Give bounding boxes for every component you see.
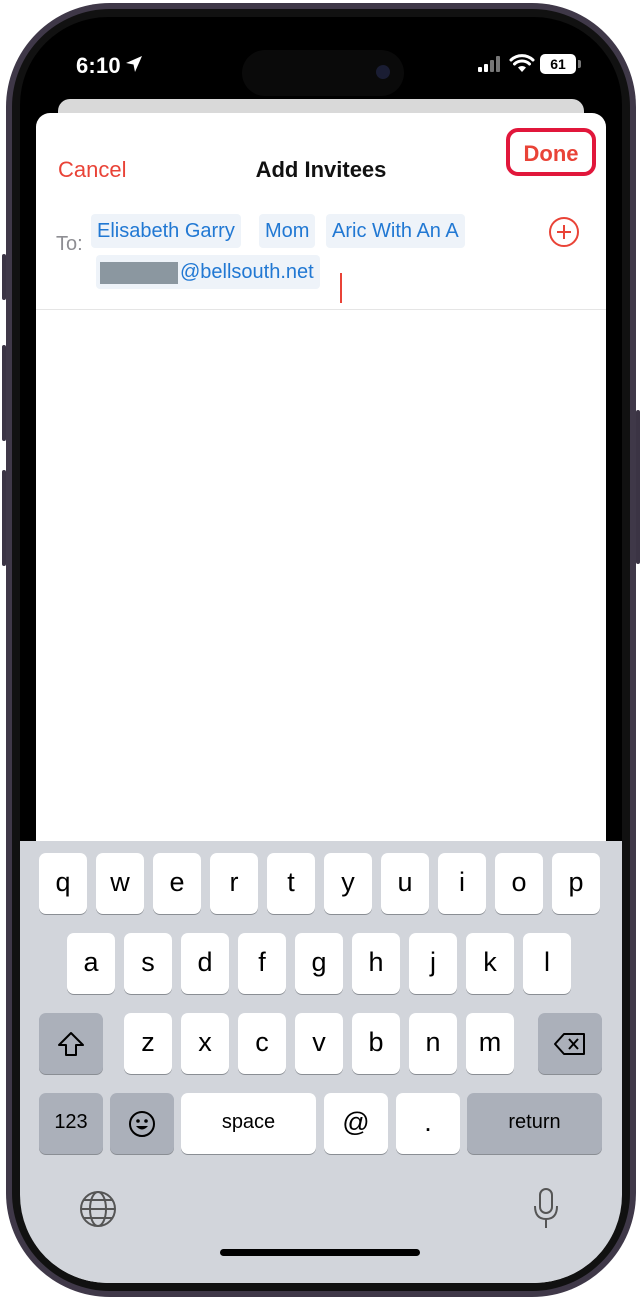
side-button-volume-up: [2, 345, 6, 441]
side-button-action: [2, 254, 6, 300]
key-e[interactable]: e: [153, 853, 201, 914]
wifi-icon: [509, 54, 535, 72]
key-t[interactable]: t: [267, 853, 315, 914]
add-contact-icon[interactable]: [548, 216, 580, 248]
key-i[interactable]: i: [438, 853, 486, 914]
email-suffix: @bellsouth.net: [180, 261, 314, 283]
battery-tip: [578, 60, 581, 68]
signal-icon: [478, 56, 500, 72]
divider: [36, 309, 606, 310]
key-y[interactable]: y: [324, 853, 372, 914]
key-k[interactable]: k: [466, 933, 514, 994]
key-c[interactable]: c: [238, 1013, 286, 1074]
key-period[interactable]: .: [396, 1093, 460, 1154]
key-x[interactable]: x: [181, 1013, 229, 1074]
side-button-volume-down: [2, 470, 6, 566]
key-d[interactable]: d: [181, 933, 229, 994]
invitee-token[interactable]: Aric With An A: [326, 214, 465, 248]
emoji-key[interactable]: [110, 1093, 174, 1154]
key-u[interactable]: u: [381, 853, 429, 914]
key-g[interactable]: g: [295, 933, 343, 994]
invitee-token[interactable]: Elisabeth Garry: [91, 214, 241, 248]
key-b[interactable]: b: [352, 1013, 400, 1074]
redacted-email-name: [100, 261, 178, 284]
key-o[interactable]: o: [495, 853, 543, 914]
key-at[interactable]: @: [324, 1093, 388, 1154]
key-n[interactable]: n: [409, 1013, 457, 1074]
battery-level: 61: [540, 54, 576, 74]
space-key[interactable]: space: [181, 1093, 316, 1154]
key-w[interactable]: w: [96, 853, 144, 914]
camera-dot: [376, 65, 390, 79]
key-q[interactable]: q: [39, 853, 87, 914]
key-l[interactable]: l: [523, 933, 571, 994]
delete-key[interactable]: [538, 1013, 602, 1074]
status-bar: 6:10 61: [20, 17, 622, 107]
status-time: 6:10: [76, 53, 121, 78]
key-v[interactable]: v: [295, 1013, 343, 1074]
shift-key[interactable]: [39, 1013, 103, 1074]
key-r[interactable]: r: [210, 853, 258, 914]
email-token[interactable]: @bellsouth.net: [96, 255, 320, 289]
side-button-power: [636, 410, 640, 564]
screen: 6:10 61 Cancel Add Invitees Done To: Eli…: [20, 17, 622, 1283]
location-arrow-icon: [126, 56, 142, 72]
key-z[interactable]: z: [124, 1013, 172, 1074]
key-m[interactable]: m: [466, 1013, 514, 1074]
return-key[interactable]: return: [467, 1093, 602, 1154]
key-j[interactable]: j: [409, 933, 457, 994]
emoji-icon: [129, 1110, 155, 1137]
key-a[interactable]: a: [67, 933, 115, 994]
delete-icon: [554, 1032, 585, 1055]
home-indicator[interactable]: [220, 1249, 420, 1256]
key-p[interactable]: p: [552, 853, 600, 914]
key-s[interactable]: s: [124, 933, 172, 994]
invitee-token[interactable]: Mom: [259, 214, 316, 248]
globe-icon[interactable]: [78, 1189, 118, 1229]
shift-icon: [58, 1031, 84, 1056]
numbers-key[interactable]: 123: [39, 1093, 103, 1154]
text-cursor: [340, 273, 342, 303]
done-button[interactable]: Done: [506, 128, 596, 176]
key-h[interactable]: h: [352, 933, 400, 994]
key-f[interactable]: f: [238, 933, 286, 994]
microphone-icon[interactable]: [532, 1187, 560, 1231]
to-label: To:: [56, 233, 83, 255]
done-label: Done: [523, 141, 579, 166]
